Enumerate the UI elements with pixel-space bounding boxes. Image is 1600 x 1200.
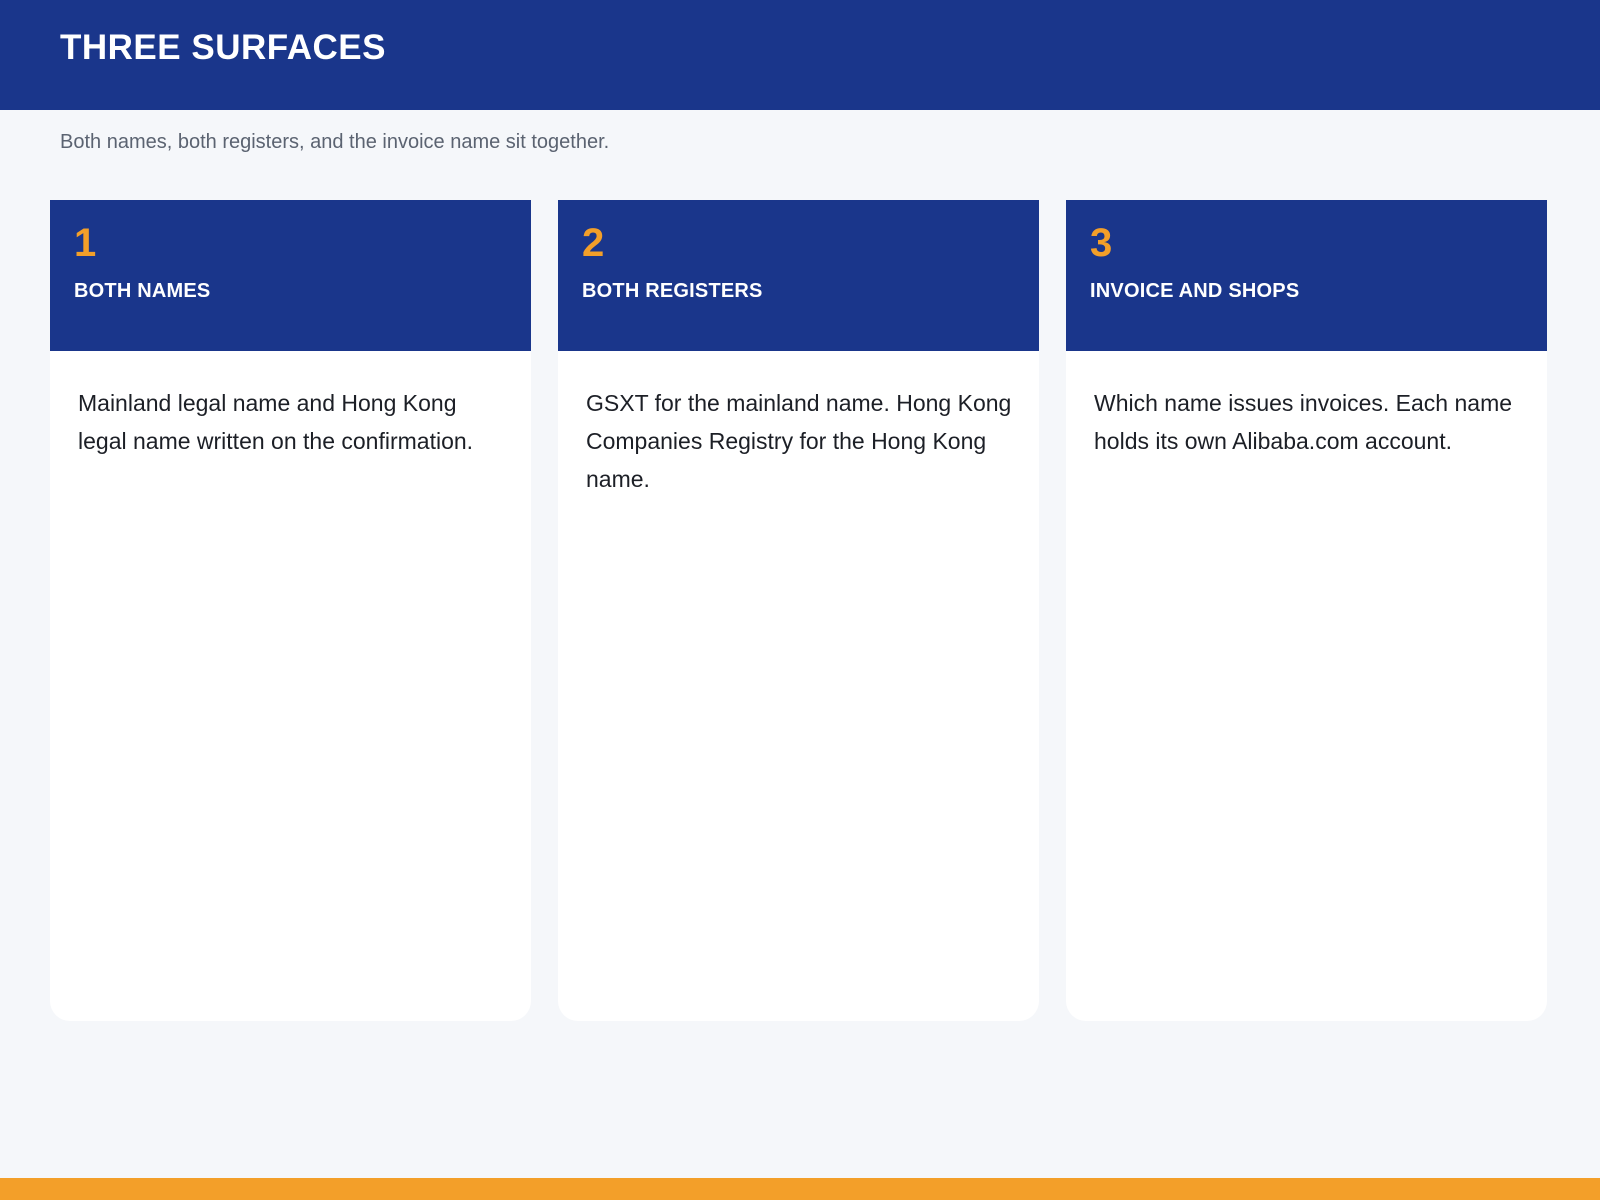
page-title: THREE SURFACES (60, 28, 386, 67)
card-header: 2 BOTH REGISTERS (558, 200, 1039, 351)
card-body: GSXT for the mainland name. Hong Kong Co… (586, 390, 1012, 492)
footer-accent-bar (0, 1178, 1600, 1200)
card-header: 3 INVOICE AND SHOPS (1066, 200, 1547, 351)
card-both-names: 1 BOTH NAMES Mainland legal name and Hon… (50, 200, 531, 1021)
card-number: 1 (74, 221, 97, 265)
card-header: 1 BOTH NAMES (50, 200, 531, 351)
card-both-registers: 2 BOTH REGISTERS GSXT for the mainland n… (558, 200, 1039, 1021)
card-body: Which name issues invoices. Each name ho… (1094, 390, 1513, 454)
page-subtitle: Both names, both registers, and the invo… (60, 131, 610, 153)
card-number: 3 (1090, 221, 1113, 265)
card-number: 2 (582, 221, 605, 265)
header-banner: THREE SURFACES (0, 0, 1600, 110)
card-title: BOTH NAMES (74, 280, 211, 302)
card-invoice-and-shops: 3 INVOICE AND SHOPS Which name issues in… (1066, 200, 1547, 1021)
card-title: BOTH REGISTERS (582, 280, 763, 302)
card-body: Mainland legal name and Hong Kong legal … (78, 390, 474, 454)
card-title: INVOICE AND SHOPS (1090, 280, 1300, 302)
